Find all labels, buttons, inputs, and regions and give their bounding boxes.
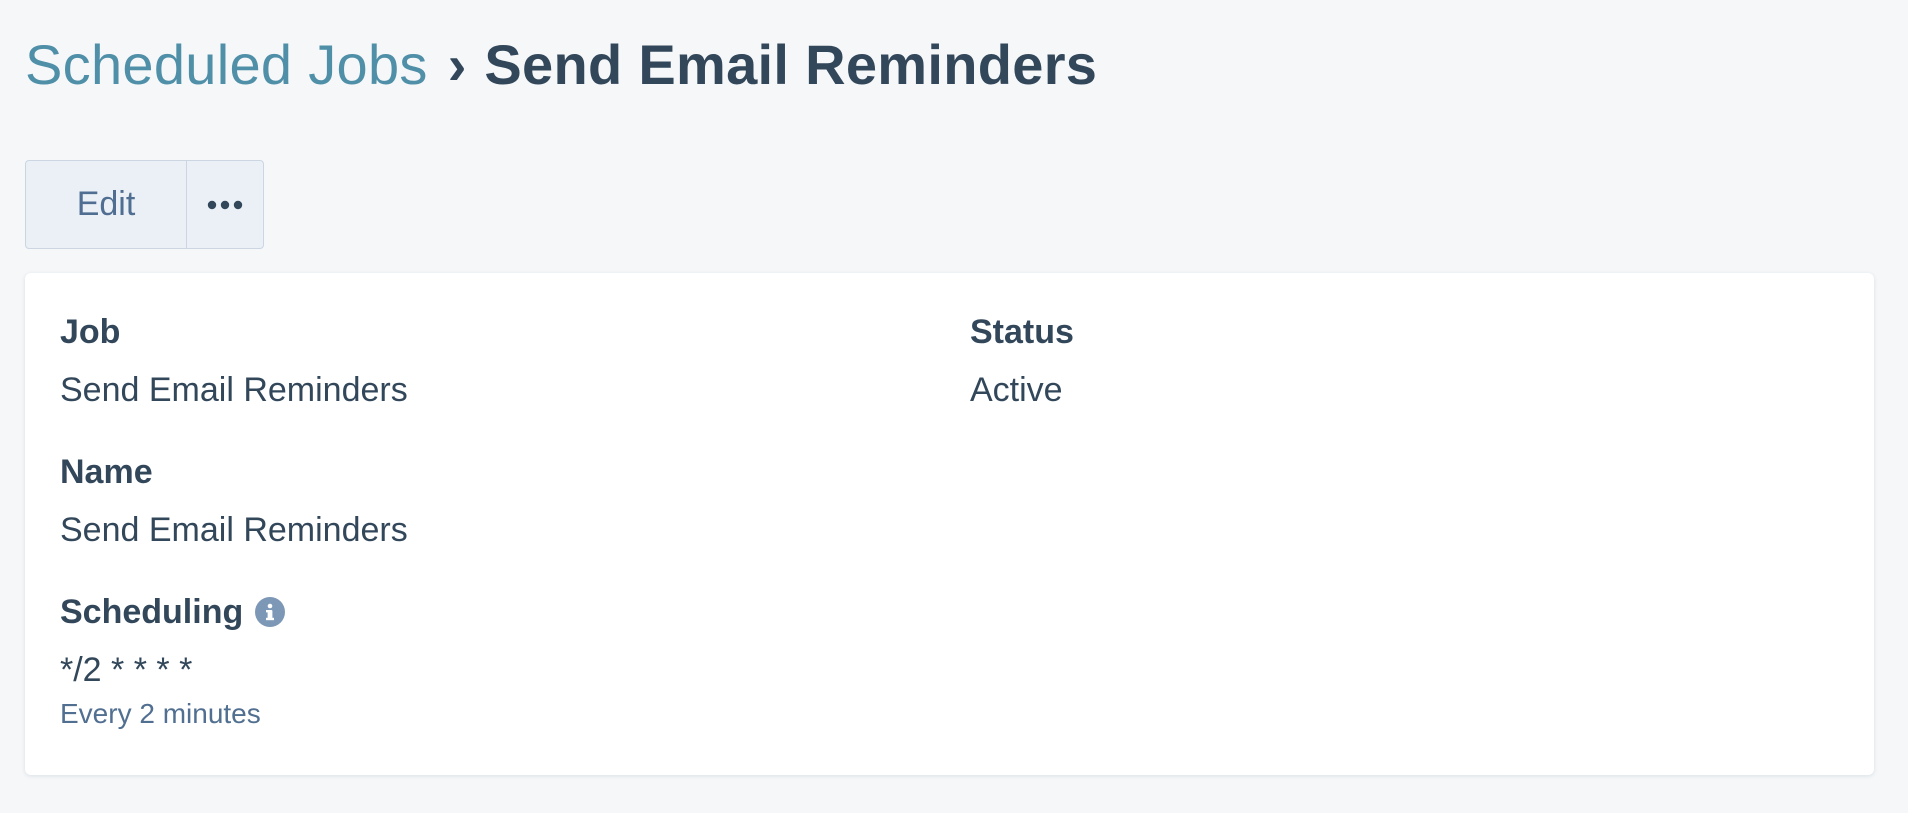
page-title: Send Email Reminders bbox=[484, 32, 1098, 96]
more-horizontal-icon bbox=[207, 200, 243, 209]
field-scheduling: Scheduling */2 * * * * Every 2 minutes bbox=[60, 590, 286, 730]
breadcrumb-separator: › bbox=[447, 32, 467, 96]
details-card: Job Send Email Reminders Status Active N… bbox=[25, 273, 1874, 775]
field-value-status: Active bbox=[970, 371, 1063, 409]
field-job: Job Send Email Reminders bbox=[60, 310, 408, 412]
field-label-scheduling-text: Scheduling bbox=[60, 592, 244, 631]
breadcrumb-parent-link[interactable]: Scheduled Jobs bbox=[25, 32, 428, 97]
info-icon[interactable] bbox=[255, 597, 286, 627]
field-value-name: Send Email Reminders bbox=[60, 511, 408, 549]
field-name: Name Send Email Reminders bbox=[60, 450, 408, 552]
more-actions-button[interactable] bbox=[187, 161, 263, 248]
field-label-name: Name bbox=[60, 452, 153, 491]
field-status: Status Active bbox=[970, 310, 1074, 412]
field-value-job: Send Email Reminders bbox=[60, 371, 408, 409]
breadcrumb: Scheduled Jobs › Send Email Reminders bbox=[25, 28, 1097, 100]
edit-button[interactable]: Edit bbox=[26, 161, 187, 248]
field-value-scheduling-cron: */2 * * * * bbox=[60, 651, 193, 689]
action-button-group: Edit bbox=[25, 160, 264, 249]
field-label-status: Status bbox=[970, 312, 1074, 351]
field-label-scheduling: Scheduling bbox=[60, 590, 286, 634]
field-description-scheduling: Every 2 minutes bbox=[60, 698, 261, 729]
field-label-job: Job bbox=[60, 312, 121, 351]
